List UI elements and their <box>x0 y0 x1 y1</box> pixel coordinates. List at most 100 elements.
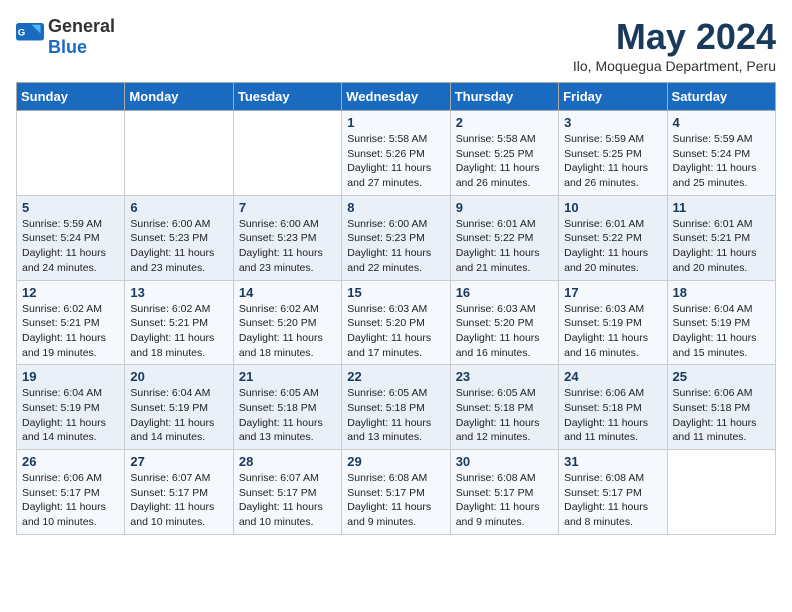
day-info: Sunrise: 6:00 AM Sunset: 5:23 PM Dayligh… <box>130 217 227 276</box>
day-number: 4 <box>673 115 770 130</box>
calendar-cell <box>17 111 125 196</box>
day-info: Sunrise: 6:02 AM Sunset: 5:21 PM Dayligh… <box>130 302 227 361</box>
header-day-wednesday: Wednesday <box>342 83 450 111</box>
calendar-cell: 6 Sunrise: 6:00 AM Sunset: 5:23 PM Daylig… <box>125 195 233 280</box>
day-number: 23 <box>456 369 553 384</box>
day-info: Sunrise: 6:05 AM Sunset: 5:18 PM Dayligh… <box>456 386 553 445</box>
day-info: Sunrise: 6:04 AM Sunset: 5:19 PM Dayligh… <box>22 386 119 445</box>
day-info: Sunrise: 6:03 AM Sunset: 5:20 PM Dayligh… <box>456 302 553 361</box>
calendar-cell: 14Sunrise: 6:02 AM Sunset: 5:20 PM Dayli… <box>233 280 341 365</box>
calendar-cell: 26 Sunrise: 6:06 AM Sunset: 5:17 PM Dayli… <box>17 450 125 535</box>
day-info: Sunrise: 6:05 AM Sunset: 5:18 PM Dayligh… <box>239 386 336 445</box>
day-number: 9 <box>456 200 553 215</box>
day-number: 17 <box>564 285 661 300</box>
day-info: Sunrise: 6:06 AM Sunset: 5:18 PM Dayligh… <box>673 386 770 445</box>
day-number: 28 <box>239 454 336 469</box>
day-info: Sunrise: 6:01 AM Sunset: 5:22 PM Dayligh… <box>564 217 661 276</box>
header-day-friday: Friday <box>559 83 667 111</box>
day-info: Sunrise: 6:02 AM Sunset: 5:20 PM Dayligh… <box>239 302 336 361</box>
day-info: Sunrise: 5:59 AM Sunset: 5:25 PM Dayligh… <box>564 132 661 191</box>
title-area: May 2024 Ilo, Moquegua Department, Peru <box>573 16 776 74</box>
calendar-cell: 9 Sunrise: 6:01 AM Sunset: 5:22 PM Daylig… <box>450 195 558 280</box>
day-info: Sunrise: 6:06 AM Sunset: 5:17 PM Dayligh… <box>22 471 119 530</box>
day-number: 27 <box>130 454 227 469</box>
day-number: 18 <box>673 285 770 300</box>
calendar-week-row: 26 Sunrise: 6:06 AM Sunset: 5:17 PM Dayli… <box>17 450 776 535</box>
calendar-cell: 30 Sunrise: 6:08 AM Sunset: 5:17 PM Dayli… <box>450 450 558 535</box>
calendar-cell <box>667 450 775 535</box>
day-number: 16 <box>456 285 553 300</box>
day-number: 29 <box>347 454 444 469</box>
day-info: Sunrise: 6:01 AM Sunset: 5:21 PM Dayligh… <box>673 217 770 276</box>
day-info: Sunrise: 6:03 AM Sunset: 5:20 PM Dayligh… <box>347 302 444 361</box>
calendar-cell: 24Sunrise: 6:06 AM Sunset: 5:18 PM Dayli… <box>559 365 667 450</box>
calendar-week-row: 12 Sunrise: 6:02 AM Sunset: 5:21 PM Dayli… <box>17 280 776 365</box>
calendar-cell: 31 Sunrise: 6:08 AM Sunset: 5:17 PM Dayli… <box>559 450 667 535</box>
header-day-thursday: Thursday <box>450 83 558 111</box>
day-number: 7 <box>239 200 336 215</box>
calendar-cell: 3 Sunrise: 5:59 AM Sunset: 5:25 PM Daylig… <box>559 111 667 196</box>
calendar-cell: 27Sunrise: 6:07 AM Sunset: 5:17 PM Dayli… <box>125 450 233 535</box>
day-number: 12 <box>22 285 119 300</box>
day-number: 31 <box>564 454 661 469</box>
day-number: 5 <box>22 200 119 215</box>
day-info: Sunrise: 6:03 AM Sunset: 5:19 PM Dayligh… <box>564 302 661 361</box>
day-info: Sunrise: 5:58 AM Sunset: 5:26 PM Dayligh… <box>347 132 444 191</box>
day-number: 1 <box>347 115 444 130</box>
subtitle: Ilo, Moquegua Department, Peru <box>573 58 776 74</box>
calendar-cell: 22 Sunrise: 6:05 AM Sunset: 5:18 PM Dayli… <box>342 365 450 450</box>
calendar-cell: 13 Sunrise: 6:02 AM Sunset: 5:21 PM Dayli… <box>125 280 233 365</box>
day-number: 3 <box>564 115 661 130</box>
calendar-cell: 17 Sunrise: 6:03 AM Sunset: 5:19 PM Dayli… <box>559 280 667 365</box>
calendar-week-row: 5 Sunrise: 5:59 AM Sunset: 5:24 PM Daylig… <box>17 195 776 280</box>
day-info: Sunrise: 6:08 AM Sunset: 5:17 PM Dayligh… <box>456 471 553 530</box>
calendar-cell: 20 Sunrise: 6:04 AM Sunset: 5:19 PM Dayli… <box>125 365 233 450</box>
day-number: 26 <box>22 454 119 469</box>
calendar-cell: 2 Sunrise: 5:58 AM Sunset: 5:25 PM Daylig… <box>450 111 558 196</box>
calendar-week-row: 19 Sunrise: 6:04 AM Sunset: 5:19 PM Dayli… <box>17 365 776 450</box>
day-info: Sunrise: 5:58 AM Sunset: 5:25 PM Dayligh… <box>456 132 553 191</box>
day-number: 19 <box>22 369 119 384</box>
logo-icon: G <box>16 23 44 51</box>
calendar-cell: 19 Sunrise: 6:04 AM Sunset: 5:19 PM Dayli… <box>17 365 125 450</box>
day-info: Sunrise: 5:59 AM Sunset: 5:24 PM Dayligh… <box>22 217 119 276</box>
logo-blue: Blue <box>48 37 87 57</box>
calendar-cell: 10Sunrise: 6:01 AM Sunset: 5:22 PM Dayli… <box>559 195 667 280</box>
day-number: 30 <box>456 454 553 469</box>
day-info: Sunrise: 6:02 AM Sunset: 5:21 PM Dayligh… <box>22 302 119 361</box>
day-number: 21 <box>239 369 336 384</box>
day-info: Sunrise: 6:00 AM Sunset: 5:23 PM Dayligh… <box>347 217 444 276</box>
calendar-cell: 7 Sunrise: 6:00 AM Sunset: 5:23 PM Daylig… <box>233 195 341 280</box>
day-info: Sunrise: 6:06 AM Sunset: 5:18 PM Dayligh… <box>564 386 661 445</box>
day-info: Sunrise: 6:05 AM Sunset: 5:18 PM Dayligh… <box>347 386 444 445</box>
header-day-saturday: Saturday <box>667 83 775 111</box>
calendar-cell: 1 Sunrise: 5:58 AM Sunset: 5:26 PM Daylig… <box>342 111 450 196</box>
calendar-cell: 12 Sunrise: 6:02 AM Sunset: 5:21 PM Dayli… <box>17 280 125 365</box>
main-title: May 2024 <box>573 16 776 58</box>
day-info: Sunrise: 6:08 AM Sunset: 5:17 PM Dayligh… <box>564 471 661 530</box>
calendar-cell <box>125 111 233 196</box>
day-info: Sunrise: 6:00 AM Sunset: 5:23 PM Dayligh… <box>239 217 336 276</box>
day-number: 2 <box>456 115 553 130</box>
day-info: Sunrise: 6:07 AM Sunset: 5:17 PM Dayligh… <box>239 471 336 530</box>
day-info: Sunrise: 6:04 AM Sunset: 5:19 PM Dayligh… <box>673 302 770 361</box>
day-info: Sunrise: 6:01 AM Sunset: 5:22 PM Dayligh… <box>456 217 553 276</box>
logo: G General Blue <box>16 16 115 58</box>
day-number: 22 <box>347 369 444 384</box>
calendar-cell: 5 Sunrise: 5:59 AM Sunset: 5:24 PM Daylig… <box>17 195 125 280</box>
calendar-cell: 16 Sunrise: 6:03 AM Sunset: 5:20 PM Dayli… <box>450 280 558 365</box>
day-number: 6 <box>130 200 227 215</box>
calendar-header-row: SundayMondayTuesdayWednesdayThursdayFrid… <box>17 83 776 111</box>
calendar-cell: 11Sunrise: 6:01 AM Sunset: 5:21 PM Dayli… <box>667 195 775 280</box>
calendar-cell: 18 Sunrise: 6:04 AM Sunset: 5:19 PM Dayli… <box>667 280 775 365</box>
day-info: Sunrise: 6:08 AM Sunset: 5:17 PM Dayligh… <box>347 471 444 530</box>
day-number: 25 <box>673 369 770 384</box>
calendar-cell <box>233 111 341 196</box>
calendar-cell: 23 Sunrise: 6:05 AM Sunset: 5:18 PM Dayli… <box>450 365 558 450</box>
day-number: 15 <box>347 285 444 300</box>
day-info: Sunrise: 6:04 AM Sunset: 5:19 PM Dayligh… <box>130 386 227 445</box>
logo-general: General <box>48 16 115 36</box>
day-number: 13 <box>130 285 227 300</box>
page-header: G General Blue May 2024 Ilo, Moquegua De… <box>16 16 776 74</box>
day-number: 20 <box>130 369 227 384</box>
